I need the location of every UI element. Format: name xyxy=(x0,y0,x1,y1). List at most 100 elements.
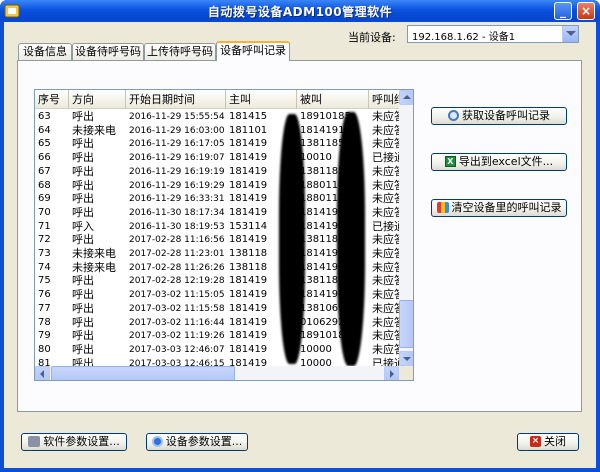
excel-icon: X xyxy=(444,155,456,167)
call-records-table[interactable]: 序号 方向 开始日期时间 主叫 被叫 呼叫结果 63 呼出 2016-11-29 1… xyxy=(34,89,414,381)
current-device-label: 当前设备: xyxy=(348,31,396,44)
title-bar[interactable]: 自动拨号设备ADM100管理软件 _ × xyxy=(0,0,600,22)
window-title: 自动拨号设备ADM100管理软件 xyxy=(207,5,393,19)
cell-direction: 呼出 xyxy=(72,151,94,165)
cell-start-time: 2017-02-28 11:26:26 xyxy=(129,262,225,273)
fetch-call-records-button[interactable]: 获取设备呼叫记录 xyxy=(431,107,567,125)
table-header: 序号 方向 开始日期时间 主叫 被叫 呼叫结果 xyxy=(35,90,409,109)
cell-direction: 呼出 xyxy=(72,315,94,329)
tab-label: 设备信息 xyxy=(23,45,67,58)
chevron-down-icon xyxy=(566,31,576,36)
scroll-left-button[interactable] xyxy=(35,366,50,380)
arrow-left-icon xyxy=(40,370,44,378)
cell-start-time: 2017-03-03 12:46:07 xyxy=(129,344,225,355)
cell-direction: 呼入 xyxy=(72,219,94,233)
cell-no: 79 xyxy=(38,330,51,342)
cell-no: 77 xyxy=(38,302,51,314)
cell-no: 68 xyxy=(38,179,51,191)
dropdown-button[interactable] xyxy=(562,26,578,42)
cell-direction: 呼出 xyxy=(72,233,94,247)
scroll-up-button[interactable] xyxy=(399,90,413,105)
gear-icon xyxy=(151,435,163,447)
clear-call-records-button[interactable]: 清空设备里的呼叫记录 xyxy=(431,199,567,217)
device-settings-button[interactable]: 设备参数设置... xyxy=(146,433,248,451)
column-header-no[interactable]: 序号 xyxy=(35,90,69,109)
cell-direction: 未接来电 xyxy=(72,260,116,274)
cell-no: 72 xyxy=(38,234,51,246)
tab-device-pending-numbers[interactable]: 设备待呼号码 xyxy=(72,43,144,60)
cell-no: 78 xyxy=(38,316,51,328)
cell-direction: 呼出 xyxy=(72,137,94,151)
arrow-up-icon xyxy=(403,95,411,99)
cell-start-time: 2017-03-02 11:15:05 xyxy=(129,290,225,301)
cell-start-time: 2016-11-29 16:19:29 xyxy=(129,180,225,191)
tab-upload-pending-numbers[interactable]: 上传待呼号码 xyxy=(144,43,216,60)
scroll-right-button[interactable] xyxy=(384,366,399,380)
close-label: 关闭 xyxy=(544,435,566,448)
tab-label: 设备待呼号码 xyxy=(75,45,141,58)
horizontal-scroll-thumb[interactable] xyxy=(51,366,235,380)
scroll-down-button[interactable] xyxy=(399,351,413,366)
cell-start-time: 2016-11-30 18:19:53 xyxy=(129,221,225,232)
minimize-icon: _ xyxy=(560,4,566,18)
cell-no: 71 xyxy=(38,220,51,232)
cell-direction: 呼出 xyxy=(72,342,94,356)
export-excel-button[interactable]: X 导出到excel文件... xyxy=(431,153,567,171)
cell-start-time: 2017-02-28 11:23:01 xyxy=(129,249,225,259)
column-header-callee[interactable]: 被叫 xyxy=(297,90,369,109)
cell-no: 69 xyxy=(38,193,51,205)
cell-direction: 呼出 xyxy=(72,164,94,178)
cell-direction: 呼出 xyxy=(72,274,94,288)
cell-start-time: 2016-11-29 16:19:19 xyxy=(129,166,225,177)
cell-start-time: 2017-03-02 11:19:26 xyxy=(129,331,225,342)
cell-start-time: 2016-11-29 15:55:54 xyxy=(129,112,225,122)
close-x-icon: × xyxy=(530,435,541,447)
cell-direction: 呼出 xyxy=(72,178,94,192)
app-window: 自动拨号设备ADM100管理软件 _ × 当前设备: 192.168.1.62 … xyxy=(0,0,600,472)
cell-no: 73 xyxy=(38,248,51,259)
cell-start-time: 2016-11-29 16:17:05 xyxy=(129,139,225,150)
software-settings-button[interactable]: 软件参数设置... xyxy=(21,433,127,451)
column-header-start-time[interactable]: 开始日期时间 xyxy=(126,90,226,109)
cell-start-time: 2016-11-30 18:17:34 xyxy=(129,207,225,218)
cell-start-time: 2017-03-02 11:15:58 xyxy=(129,303,225,314)
tab-device-call-records[interactable]: 设备呼叫记录 xyxy=(216,41,290,61)
redaction-mark xyxy=(337,112,365,366)
clear-icon xyxy=(436,201,449,213)
vertical-scrollbar[interactable] xyxy=(399,90,413,366)
device-select[interactable]: 192.168.1.62 - 设备1 xyxy=(407,25,579,43)
cell-no: 75 xyxy=(38,275,51,287)
cell-no: 76 xyxy=(38,289,51,301)
cell-start-time: 2017-02-28 11:16:56 xyxy=(129,235,225,246)
column-header-caller[interactable]: 主叫 xyxy=(226,90,297,109)
close-button[interactable]: × 关闭 xyxy=(517,433,579,451)
vertical-scroll-thumb[interactable] xyxy=(399,300,413,348)
cell-start-time: 2017-02-28 12:19:28 xyxy=(129,276,225,287)
cell-direction: 未接来电 xyxy=(72,123,116,137)
cell-direction: 呼出 xyxy=(72,301,94,315)
cell-start-time: 2017-03-02 11:16:44 xyxy=(129,317,225,328)
column-header-direction[interactable]: 方向 xyxy=(69,90,126,109)
cell-no: 70 xyxy=(38,206,51,218)
cell-direction: 呼出 xyxy=(72,288,94,302)
arrow-down-icon xyxy=(403,357,411,361)
cell-no: 64 xyxy=(38,124,51,136)
cell-direction: 呼出 xyxy=(72,110,94,123)
cell-no: 80 xyxy=(38,343,51,355)
horizontal-scrollbar[interactable] xyxy=(35,366,399,380)
clear-call-records-label: 清空设备里的呼叫记录 xyxy=(451,201,562,214)
cell-start-time: 2016-11-29 16:33:31 xyxy=(129,194,225,205)
search-icon xyxy=(448,109,459,121)
cell-no: 74 xyxy=(38,261,51,273)
cell-direction: 呼出 xyxy=(72,329,94,343)
tab-label: 设备呼叫记录 xyxy=(220,44,286,57)
device-select-value: 192.168.1.62 - 设备1 xyxy=(412,32,516,43)
cell-direction: 未接来电 xyxy=(72,247,116,260)
redaction-mark xyxy=(279,114,305,364)
tab-device-info[interactable]: 设备信息 xyxy=(18,43,72,60)
tab-label: 上传待呼号码 xyxy=(147,45,213,58)
minimize-button[interactable]: _ xyxy=(554,2,572,20)
cell-no: 66 xyxy=(38,152,51,164)
close-icon: × xyxy=(580,4,592,18)
window-close-button[interactable]: × xyxy=(577,2,595,20)
